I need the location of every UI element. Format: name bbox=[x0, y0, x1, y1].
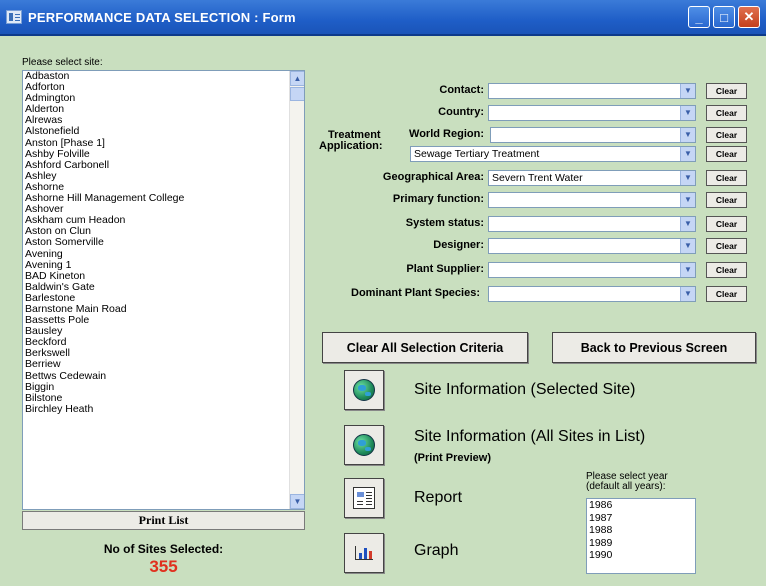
contact-label: Contact: bbox=[439, 84, 484, 96]
print-list-button[interactable]: Print List bbox=[22, 511, 305, 530]
primary-function-label: Primary function: bbox=[392, 193, 484, 205]
chevron-down-icon[interactable]: ▼ bbox=[680, 287, 695, 301]
scroll-down-arrow-icon[interactable]: ▼ bbox=[290, 494, 304, 509]
site-info-all-label: Site Information (All Sites in List) bbox=[414, 428, 646, 445]
chevron-down-icon[interactable]: ▼ bbox=[680, 147, 695, 161]
site-list-item[interactable]: Biggin bbox=[23, 381, 290, 393]
filter-row-treatment: Sewage Tertiary Treatment ▼ Clear bbox=[0, 146, 766, 165]
chevron-down-icon[interactable]: ▼ bbox=[680, 84, 695, 98]
year-list-item[interactable]: 1988 bbox=[587, 524, 695, 537]
filter-row-plant-supplier: Plant Supplier: ▼ Clear bbox=[0, 262, 766, 278]
country-clear-button[interactable]: Clear bbox=[706, 105, 747, 121]
chevron-down-icon[interactable]: ▼ bbox=[680, 106, 695, 120]
title-bar: PERFORMANCE DATA SELECTION : Form _ □ ✕ bbox=[0, 0, 766, 36]
site-list-item[interactable]: Berriew bbox=[23, 359, 290, 370]
close-button[interactable]: ✕ bbox=[738, 6, 760, 28]
treatment-application-value: Sewage Tertiary Treatment bbox=[414, 148, 540, 160]
year-listbox[interactable]: 1986 1987 1988 1989 1990 bbox=[586, 498, 696, 574]
designer-clear-button[interactable]: Clear bbox=[706, 238, 747, 254]
world-region-select[interactable]: ▼ bbox=[490, 127, 696, 143]
maximize-button[interactable]: □ bbox=[713, 6, 735, 28]
bar-chart-icon bbox=[355, 546, 373, 560]
geographical-area-value: Severn Trent Water bbox=[492, 172, 583, 184]
chevron-down-icon[interactable]: ▼ bbox=[680, 193, 695, 207]
plant-supplier-select[interactable]: ▼ bbox=[488, 262, 696, 278]
year-list-item[interactable]: 1987 bbox=[587, 512, 695, 525]
plant-supplier-clear-button[interactable]: Clear bbox=[706, 262, 747, 278]
plant-supplier-label: Plant Supplier: bbox=[406, 263, 484, 275]
site-list-item[interactable]: Birchley Heath bbox=[23, 403, 290, 415]
graph-label: Graph bbox=[414, 542, 459, 559]
geographical-area-label: Geographical Area: bbox=[382, 171, 484, 183]
report-label: Report bbox=[414, 489, 463, 506]
country-label: Country: bbox=[438, 106, 484, 118]
site-info-all-button[interactable] bbox=[344, 425, 384, 465]
sites-selected-count: 355 bbox=[149, 557, 178, 576]
site-list-prompt: Please select site: bbox=[22, 57, 103, 68]
country-select[interactable]: ▼ bbox=[488, 105, 696, 121]
designer-select[interactable]: ▼ bbox=[488, 238, 696, 254]
year-list-item[interactable]: 1990 bbox=[587, 549, 695, 562]
chevron-down-icon[interactable]: ▼ bbox=[680, 217, 695, 231]
year-prompt: Please select year (default all years): bbox=[586, 472, 668, 492]
chevron-down-icon[interactable]: ▼ bbox=[680, 263, 695, 277]
sites-selected-label: No of Sites Selected: bbox=[103, 542, 224, 556]
site-list-item[interactable]: Bassetts Pole bbox=[23, 314, 290, 326]
print-list-label: Print List bbox=[138, 513, 189, 527]
year-list-item[interactable]: 1989 bbox=[587, 537, 695, 550]
clear-all-button[interactable]: Clear All Selection Criteria bbox=[322, 332, 528, 363]
treatment-application-select[interactable]: Sewage Tertiary Treatment ▼ bbox=[410, 146, 696, 162]
filter-row-country: Country: ▼ Clear bbox=[0, 105, 766, 121]
dominant-plant-species-clear-button[interactable]: Clear bbox=[706, 286, 747, 302]
site-list-item[interactable]: Berkswell bbox=[23, 348, 290, 359]
chevron-down-icon[interactable]: ▼ bbox=[680, 239, 695, 253]
chevron-down-icon[interactable]: ▼ bbox=[680, 171, 695, 185]
report-icon bbox=[353, 487, 375, 509]
print-preview-label: (Print Preview) bbox=[414, 452, 492, 464]
dominant-plant-species-label: Dominant Plant Species: bbox=[351, 287, 480, 299]
geographical-area-clear-button[interactable]: Clear bbox=[706, 170, 747, 186]
chevron-down-icon[interactable]: ▼ bbox=[680, 128, 695, 142]
treatment-clear-button[interactable]: Clear bbox=[706, 146, 747, 162]
world-region-label: World Region: bbox=[409, 128, 484, 140]
filter-row-world-region: World Region: ▼ Clear bbox=[0, 127, 766, 143]
world-region-clear-button[interactable]: Clear bbox=[706, 127, 747, 143]
contact-select[interactable]: ▼ bbox=[488, 83, 696, 99]
globe-icon bbox=[353, 434, 375, 456]
system-status-clear-button[interactable]: Clear bbox=[706, 216, 747, 232]
filter-row-primary-function: Primary function: ▼ Clear bbox=[0, 192, 766, 208]
filter-row-designer: Designer: ▼ Clear bbox=[0, 238, 766, 254]
filter-row-system-status: System status: ▼ Clear bbox=[0, 216, 766, 232]
filter-row-geographical-area: Geographical Area: Severn Trent Water ▼ C… bbox=[0, 170, 766, 186]
contact-clear-button[interactable]: Clear bbox=[706, 83, 747, 99]
primary-function-select[interactable]: ▼ bbox=[488, 192, 696, 208]
geographical-area-select[interactable]: Severn Trent Water ▼ bbox=[488, 170, 696, 186]
dominant-plant-species-select[interactable]: ▼ bbox=[488, 286, 696, 302]
back-button[interactable]: Back to Previous Screen bbox=[552, 332, 756, 363]
filter-row-contact: Contact: ▼ Clear bbox=[0, 83, 766, 99]
system-status-select[interactable]: ▼ bbox=[488, 216, 696, 232]
designer-label: Designer: bbox=[433, 239, 484, 251]
site-list-item[interactable]: Bettws Cedewain bbox=[23, 370, 290, 382]
report-button[interactable] bbox=[344, 478, 384, 518]
year-list-item[interactable]: 1986 bbox=[587, 499, 695, 512]
primary-function-clear-button[interactable]: Clear bbox=[706, 192, 747, 208]
site-info-selected-button[interactable] bbox=[344, 370, 384, 410]
year-prompt-line2: (default all years): bbox=[586, 481, 666, 492]
minimize-button[interactable]: _ bbox=[688, 6, 710, 28]
globe-icon bbox=[353, 379, 375, 401]
site-info-selected-label: Site Information (Selected Site) bbox=[414, 381, 636, 398]
window-title: PERFORMANCE DATA SELECTION : Form bbox=[28, 9, 296, 25]
filter-row-dominant-plant-species: Dominant Plant Species: ▼ Clear bbox=[0, 286, 766, 302]
graph-button[interactable] bbox=[344, 533, 384, 573]
system-status-label: System status: bbox=[405, 217, 484, 229]
form-icon bbox=[6, 10, 22, 24]
